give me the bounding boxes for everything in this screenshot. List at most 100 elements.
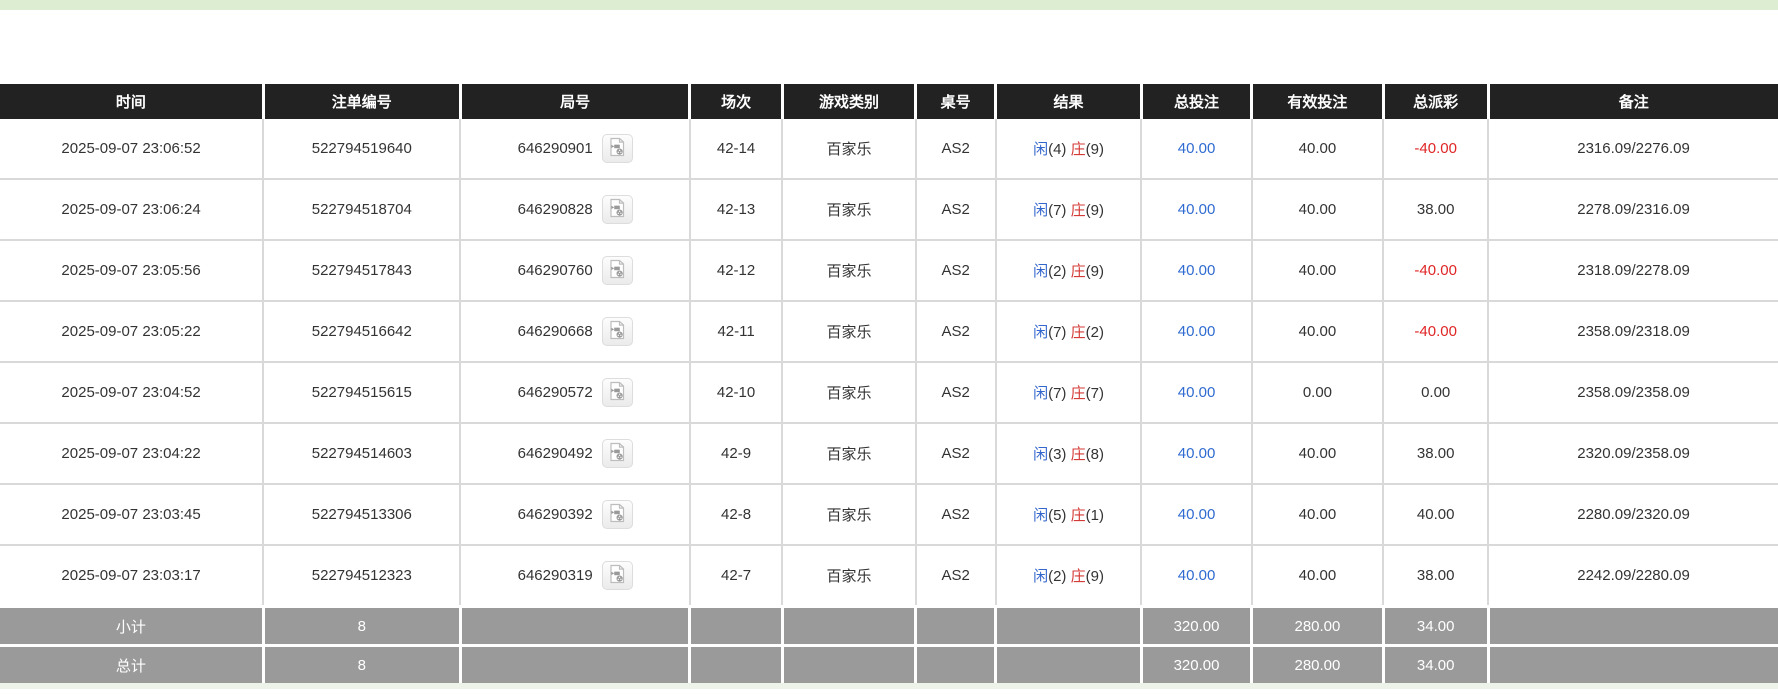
payout-cell: 38.00 <box>1383 179 1488 240</box>
video-record-button[interactable] <box>602 195 633 224</box>
game-no-wrap: 646290572 <box>461 378 688 407</box>
banker-result-score: (7) <box>1086 385 1104 402</box>
summary-empty-table-no-cell <box>916 646 996 684</box>
top-status-bar <box>0 0 1778 10</box>
session-cell: 42-10 <box>690 362 782 423</box>
summary-valid-bet-cell: 280.00 <box>1252 607 1384 646</box>
valid-bet-cell: 40.00 <box>1252 119 1384 179</box>
game-no-value: 646290901 <box>518 140 593 157</box>
table-row: 2025-09-07 23:04:22522794514603646290492… <box>0 423 1778 484</box>
game-type-cell: 百家乐 <box>782 240 915 301</box>
banker-result-score: (2) <box>1086 324 1104 341</box>
bet-id-cell: 522794512323 <box>263 545 460 607</box>
bet-id-cell: 522794514603 <box>263 423 460 484</box>
game-type-cell: 百家乐 <box>782 423 915 484</box>
col-header-remark: 备注 <box>1488 84 1778 119</box>
video-record-button[interactable] <box>602 561 633 590</box>
total-bet-link[interactable]: 40.00 <box>1178 445 1216 462</box>
player-result-label: 闲 <box>1033 141 1048 158</box>
player-result-score: (2) <box>1048 568 1066 585</box>
total-bet-link[interactable]: 40.00 <box>1178 262 1216 279</box>
total-bet-cell: 40.00 <box>1141 362 1251 423</box>
table-no-cell: AS2 <box>916 545 996 607</box>
game-no-cell: 646290760 <box>460 240 689 301</box>
video-record-button[interactable] <box>602 256 633 285</box>
summary-total-bet-cell: 320.00 <box>1141 646 1251 684</box>
game-type-cell: 百家乐 <box>782 362 915 423</box>
game-no-cell: 646290668 <box>460 301 689 362</box>
table-row: 2025-09-07 23:04:52522794515615646290572… <box>0 362 1778 423</box>
session-cell: 42-9 <box>690 423 782 484</box>
valid-bet-cell: 40.00 <box>1252 423 1384 484</box>
total-bet-link[interactable]: 40.00 <box>1178 201 1216 218</box>
table-no-cell: AS2 <box>916 179 996 240</box>
banker-result-label: 庄 <box>1071 202 1086 219</box>
grand-total-row: 总计8320.00280.0034.00 <box>0 646 1778 684</box>
summary-remark-cell <box>1488 646 1778 684</box>
video-record-button[interactable] <box>602 500 633 529</box>
video-record-button[interactable] <box>602 378 633 407</box>
total-bet-link[interactable]: 40.00 <box>1178 506 1216 523</box>
payout-cell: 40.00 <box>1383 484 1488 545</box>
bet-id-cell: 522794519640 <box>263 119 460 179</box>
game-no-value: 646290760 <box>518 262 593 279</box>
col-header-time: 时间 <box>0 84 263 119</box>
session-cell: 42-7 <box>690 545 782 607</box>
game-no-value: 646290572 <box>518 384 593 401</box>
video-record-icon <box>607 259 627 282</box>
result-cell: 闲(5) 庄(1) <box>996 484 1142 545</box>
payout-cell: 38.00 <box>1383 423 1488 484</box>
player-result-score: (3) <box>1048 446 1066 463</box>
summary-empty-game-type-cell <box>782 607 915 646</box>
col-header-game_type: 游戏类别 <box>782 84 915 119</box>
total-bet-link[interactable]: 40.00 <box>1178 323 1216 340</box>
player-result-label: 闲 <box>1033 507 1048 524</box>
game-no-cell: 646290828 <box>460 179 689 240</box>
bet-id-cell: 522794517843 <box>263 240 460 301</box>
video-record-icon <box>607 503 627 526</box>
game-type-cell: 百家乐 <box>782 119 915 179</box>
remark-cell: 2320.09/2358.09 <box>1488 423 1778 484</box>
col-header-total_bet: 总投注 <box>1141 84 1251 119</box>
banker-result-score: (9) <box>1086 568 1104 585</box>
table-no-cell: AS2 <box>916 240 996 301</box>
player-result-label: 闲 <box>1033 202 1048 219</box>
game-no-value: 646290668 <box>518 323 593 340</box>
summary-payout-cell: 34.00 <box>1383 646 1488 684</box>
total-bet-link[interactable]: 40.00 <box>1178 140 1216 157</box>
table-no-cell: AS2 <box>916 362 996 423</box>
session-cell: 42-11 <box>690 301 782 362</box>
result-cell: 闲(7) 庄(7) <box>996 362 1142 423</box>
player-result-score: (4) <box>1048 141 1066 158</box>
game-no-wrap: 646290828 <box>461 195 688 224</box>
time-cell: 2025-09-07 23:06:24 <box>0 179 263 240</box>
valid-bet-cell: 40.00 <box>1252 301 1384 362</box>
player-result-score: (7) <box>1048 385 1066 402</box>
bet-records-table: 时间注单编号局号场次游戏类别桌号结果总投注有效投注总派彩备注 2025-09-0… <box>0 84 1778 683</box>
game-no-cell: 646290492 <box>460 423 689 484</box>
video-record-button[interactable] <box>602 317 633 346</box>
game-no-value: 646290319 <box>518 567 593 584</box>
video-record-button[interactable] <box>602 439 633 468</box>
game-no-cell: 646290901 <box>460 119 689 179</box>
table-row: 2025-09-07 23:03:45522794513306646290392… <box>0 484 1778 545</box>
summary-payout-cell: 34.00 <box>1383 607 1488 646</box>
video-record-button[interactable] <box>602 134 633 163</box>
banker-result-score: (8) <box>1086 446 1104 463</box>
game-no-value: 646290392 <box>518 506 593 523</box>
total-bet-link[interactable]: 40.00 <box>1178 567 1216 584</box>
game-no-wrap: 646290319 <box>461 561 688 590</box>
summary-empty-game-type-cell <box>782 646 915 684</box>
bet-id-cell: 522794515615 <box>263 362 460 423</box>
col-header-result: 结果 <box>996 84 1142 119</box>
time-cell: 2025-09-07 23:04:22 <box>0 423 263 484</box>
table-no-cell: AS2 <box>916 484 996 545</box>
banker-result-score: (9) <box>1086 141 1104 158</box>
player-result-label: 闲 <box>1033 385 1048 402</box>
game-type-cell: 百家乐 <box>782 301 915 362</box>
payout-cell: -40.00 <box>1383 240 1488 301</box>
valid-bet-cell: 40.00 <box>1252 240 1384 301</box>
result-cell: 闲(2) 庄(9) <box>996 240 1142 301</box>
total-bet-link[interactable]: 40.00 <box>1178 384 1216 401</box>
video-record-icon <box>607 320 627 343</box>
